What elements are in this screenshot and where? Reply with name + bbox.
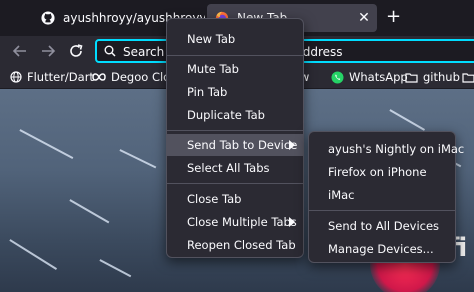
menu-item-manage-devices[interactable]: Manage Devices... (309, 238, 455, 260)
bookmark-label: Flutter/Dart (27, 70, 94, 84)
menu-separator (167, 130, 303, 131)
menu-separator (309, 210, 455, 211)
submenu-arrow-icon (289, 217, 295, 227)
back-arrow-icon[interactable] (12, 43, 28, 59)
light-streak (9, 239, 58, 270)
menu-item-label: Mute Tab (187, 62, 239, 76)
menu-item-reopen-closed-tab[interactable]: Reopen Closed Tab (167, 234, 303, 256)
light-streak (119, 149, 157, 168)
globe-icon (10, 71, 22, 83)
menu-item-pin-tab[interactable]: Pin Tab (167, 81, 303, 103)
whatsapp-icon (331, 71, 344, 84)
menu-separator (167, 183, 303, 184)
menu-item-close-multiple-tabs[interactable]: Close Multiple Tabs (167, 211, 303, 233)
folder-icon (405, 72, 418, 83)
bookmark-label: github (423, 70, 460, 84)
bookmark-whatsapp[interactable]: WhatsApp (331, 69, 408, 85)
menu-item-label: ayush's Nightly on iMac (328, 142, 465, 156)
light-streak (99, 259, 132, 277)
menu-item-send-tab-to-device[interactable]: Send Tab to Device (167, 134, 303, 156)
menu-item-label: Firefox on iPhone (328, 165, 427, 179)
folder-icon (462, 72, 474, 83)
menu-item-label: Pin Tab (187, 85, 228, 99)
menu-item-send-to-all-devices[interactable]: Send to All Devices (309, 215, 455, 237)
infinity-icon (92, 72, 106, 82)
menu-item-label: Close Multiple Tabs (187, 215, 297, 229)
bookmark-ex[interactable]: Ex (462, 69, 474, 85)
light-streak (69, 199, 110, 223)
menu-item-label: iMac (328, 188, 355, 202)
menu-item-label: Manage Devices... (328, 242, 434, 256)
tab-context-menu: New Tab Mute Tab Pin Tab Duplicate Tab S… (166, 18, 304, 258)
menu-item-label: Close Tab (187, 192, 242, 206)
menu-item-new-tab[interactable]: New Tab (167, 28, 303, 50)
send-tab-submenu: ayush's Nightly on iMac Firefox on iPhon… (308, 131, 464, 263)
device-item-imac[interactable]: iMac (309, 184, 455, 206)
menu-item-label: Reopen Closed Tab (187, 238, 296, 252)
forward-arrow-icon[interactable] (40, 43, 56, 59)
bookmark-label: WhatsApp (349, 70, 408, 84)
close-tab-icon[interactable]: ✕ (357, 10, 371, 26)
submenu-arrow-icon (289, 140, 295, 150)
github-icon (41, 11, 55, 25)
device-item-nightly-imac[interactable]: ayush's Nightly on iMac (309, 138, 464, 160)
menu-item-select-all-tabs[interactable]: Select All Tabs (167, 157, 303, 179)
bookmark-github[interactable]: github (405, 69, 460, 85)
new-tab-button[interactable]: + (386, 8, 401, 26)
bookmark-flutter-dart[interactable]: Flutter/Dart (10, 69, 94, 85)
light-streak (19, 129, 74, 159)
search-icon (104, 45, 116, 57)
menu-item-label: Duplicate Tab (187, 108, 265, 122)
menu-item-close-tab[interactable]: Close Tab (167, 188, 303, 210)
menu-item-duplicate-tab[interactable]: Duplicate Tab (167, 104, 303, 126)
reload-icon[interactable] (68, 43, 84, 59)
light-streak (389, 109, 426, 131)
menu-separator (167, 55, 303, 56)
menu-item-label: Send Tab to Device (187, 138, 298, 152)
menu-item-label: Send to All Devices (328, 219, 440, 233)
menu-item-mute-tab[interactable]: Mute Tab (167, 58, 303, 80)
menu-item-label: Select All Tabs (187, 161, 270, 175)
device-item-firefox-iphone[interactable]: Firefox on iPhone (309, 161, 455, 183)
menu-item-label: New Tab (187, 32, 236, 46)
